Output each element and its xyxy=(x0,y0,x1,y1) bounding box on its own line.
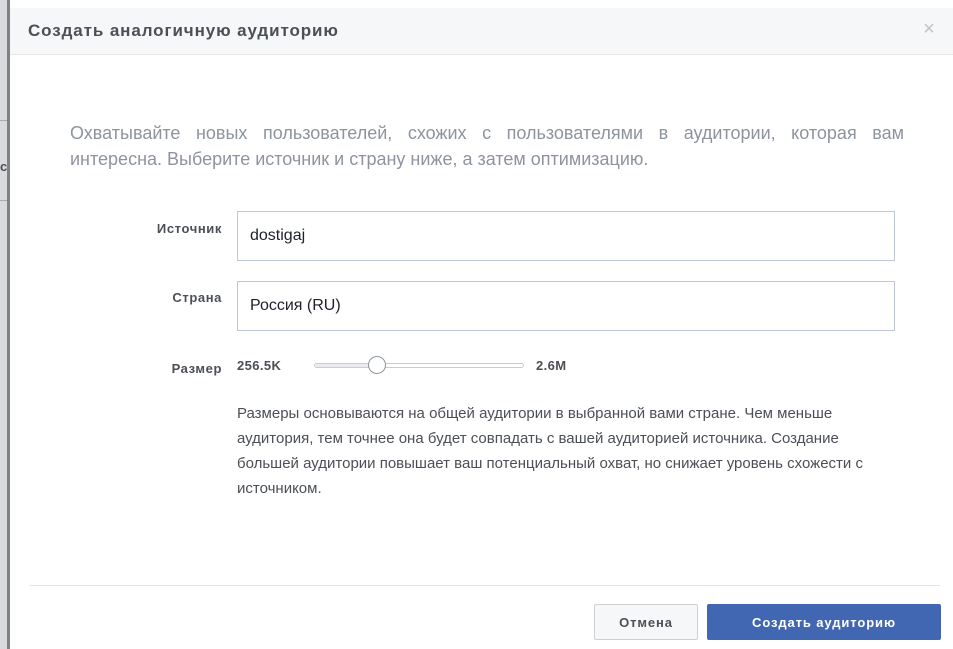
close-icon[interactable]: × xyxy=(919,19,939,39)
dialog-title: Создать аналогичную аудиторию xyxy=(28,21,339,40)
source-label: Источник xyxy=(156,221,222,236)
size-slider-thumb[interactable] xyxy=(368,356,387,374)
country-input[interactable] xyxy=(237,281,895,331)
create-lookalike-dialog: Создать аналогичную аудиторию × Охватыва… xyxy=(10,0,953,649)
create-audience-button[interactable]: Создать аудиторию xyxy=(707,604,941,640)
footer-divider xyxy=(30,585,940,586)
size-label: Размер xyxy=(171,361,222,376)
dialog-header: Создать аналогичную аудиторию × xyxy=(10,8,953,55)
size-help-text: Размеры основываются на общей аудитории … xyxy=(237,405,863,497)
backdrop-divider xyxy=(0,120,7,121)
size-slider[interactable]: 256.5K 2.6M xyxy=(237,356,837,377)
dialog-intro-text: Охватывайте новых пользователей, схожих … xyxy=(70,123,904,169)
size-slider-max-label: 2.6M xyxy=(536,358,567,373)
page: с Создать аналогичную аудиторию × Охваты… xyxy=(0,0,953,649)
cancel-button[interactable]: Отмена xyxy=(594,604,698,640)
size-slider-track[interactable] xyxy=(314,356,524,374)
size-slider-min-label: 256.5K xyxy=(237,358,282,373)
backdrop-divider xyxy=(0,200,7,201)
country-label: Страна xyxy=(172,290,222,305)
source-input[interactable] xyxy=(237,211,895,261)
backdrop-page-edge: с xyxy=(0,0,10,649)
